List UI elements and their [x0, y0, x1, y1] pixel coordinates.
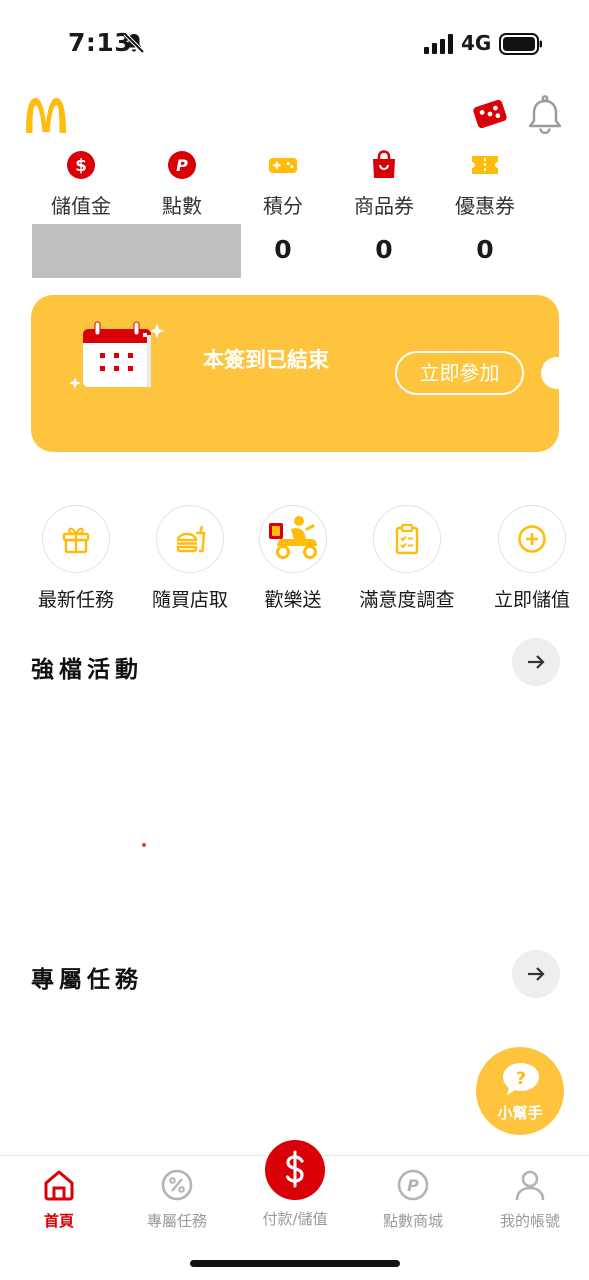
gift-icon: [62, 527, 90, 554]
wallet-label: 儲值金: [51, 194, 111, 218]
action-icon-circle: [373, 505, 441, 573]
ticket-icon: [472, 156, 498, 174]
ticket-notch: [541, 357, 573, 389]
loading-dot: [142, 843, 146, 847]
action-mcdelivery[interactable]: 歡樂送: [233, 505, 353, 612]
pay-label: 付款/儲值: [262, 1210, 328, 1228]
calendar-icon: [69, 321, 165, 389]
action-icon-circle: [42, 505, 110, 573]
wallet-value: 0: [375, 235, 393, 264]
wallet-coupons[interactable]: 優惠券 0: [435, 150, 535, 264]
pay-topup-button[interactable]: [265, 1140, 325, 1200]
wallet-stored-value[interactable]: $ 儲值金: [31, 150, 131, 219]
point-coin-icon: P: [168, 151, 196, 179]
wallet-credits[interactable]: 積分 0: [233, 150, 333, 264]
dollar-icon: [285, 1150, 304, 1188]
wallet-label: 商品券: [354, 194, 414, 218]
question-chat-icon: ?: [503, 1063, 539, 1095]
burger-drink-icon: [176, 525, 206, 553]
action-label: 歡樂送: [264, 589, 322, 611]
svg-text:P: P: [407, 1176, 419, 1195]
quick-actions: 最新任務 隨買店取 歡樂送 滿意度調查 立即儲值: [0, 505, 589, 615]
arrow-right-icon: [528, 655, 545, 669]
action-icon-circle: [498, 505, 566, 573]
shopping-bag-icon: [373, 150, 395, 178]
wallet-value: 0: [274, 235, 292, 264]
checkin-banner[interactable]: 本簽到已結束 立即參加: [31, 295, 573, 452]
nav-label: 點數商城: [382, 1212, 443, 1230]
bell-off-icon: [123, 32, 145, 54]
action-label: 立即儲值: [493, 589, 570, 611]
mcdonalds-logo: [26, 98, 66, 133]
nav-label: 專屬任務: [146, 1212, 207, 1230]
wallet-label: 積分: [263, 194, 303, 218]
wallet-label: 優惠券: [455, 194, 515, 218]
arrow-right-icon: [528, 967, 545, 981]
svg-text:?: ?: [516, 1069, 526, 1089]
svg-text:P: P: [176, 156, 188, 175]
action-top-up[interactable]: 立即儲值: [472, 505, 589, 612]
status-bar: 7:13 4G: [0, 0, 589, 88]
nav-points-mall[interactable]: P 點數商城: [354, 1168, 472, 1231]
network-type: 4G: [461, 31, 492, 55]
action-satisfaction-survey[interactable]: 滿意度調查: [347, 505, 467, 612]
wallet-label: 點數: [162, 194, 202, 218]
section-title-featured: 強檔活動: [31, 657, 143, 683]
helper-fab[interactable]: ? 小幫手: [476, 1047, 564, 1135]
wallet-product-vouchers[interactable]: 商品券 0: [334, 150, 434, 264]
home-icon: [44, 1170, 74, 1201]
nav-exclusive-tasks[interactable]: 專屬任務: [118, 1168, 236, 1231]
action-icon-circle: [156, 505, 224, 573]
signal-icon: [424, 34, 453, 54]
redacted-balance: [32, 224, 241, 278]
wallet-value: 0: [476, 235, 494, 264]
battery-icon: [499, 33, 542, 55]
helper-label: 小幫手: [497, 1104, 543, 1122]
notification-bell-icon[interactable]: [525, 94, 565, 134]
delivery-scooter-icon: [269, 516, 317, 559]
wallet-points[interactable]: P 點數: [132, 150, 232, 219]
nav-label: 我的帳號: [499, 1212, 560, 1230]
join-now-button[interactable]: 立即參加: [395, 351, 524, 395]
dice-promo-icon[interactable]: [472, 98, 508, 130]
user-icon: [515, 1170, 545, 1201]
nav-home[interactable]: 首頁: [0, 1168, 118, 1231]
nav-my-account[interactable]: 我的帳號: [471, 1168, 589, 1231]
section-title-exclusive: 專屬任務: [31, 967, 143, 993]
action-icon-circle: [259, 505, 327, 573]
exclusive-more-button[interactable]: [512, 950, 560, 998]
action-latest-tasks[interactable]: 最新任務: [16, 505, 136, 612]
featured-more-button[interactable]: [512, 638, 560, 686]
game-controller-icon: [268, 157, 298, 173]
checkin-status-title: 本簽到已結束: [203, 348, 329, 372]
action-label: 最新任務: [37, 589, 114, 611]
action-label: 滿意度調查: [359, 589, 455, 611]
nav-label: 首頁: [43, 1212, 74, 1230]
clipboard-icon: [395, 523, 419, 555]
home-indicator: [190, 1260, 400, 1267]
action-order-pickup[interactable]: 隨買店取: [130, 505, 250, 612]
dollar-coin-icon: $: [67, 151, 95, 179]
plus-circle-icon: [518, 525, 546, 553]
action-label: 隨買店取: [151, 589, 228, 611]
svg-text:$: $: [75, 156, 87, 176]
points-coin-icon: P: [397, 1169, 429, 1201]
percent-badge-icon: [161, 1169, 193, 1201]
